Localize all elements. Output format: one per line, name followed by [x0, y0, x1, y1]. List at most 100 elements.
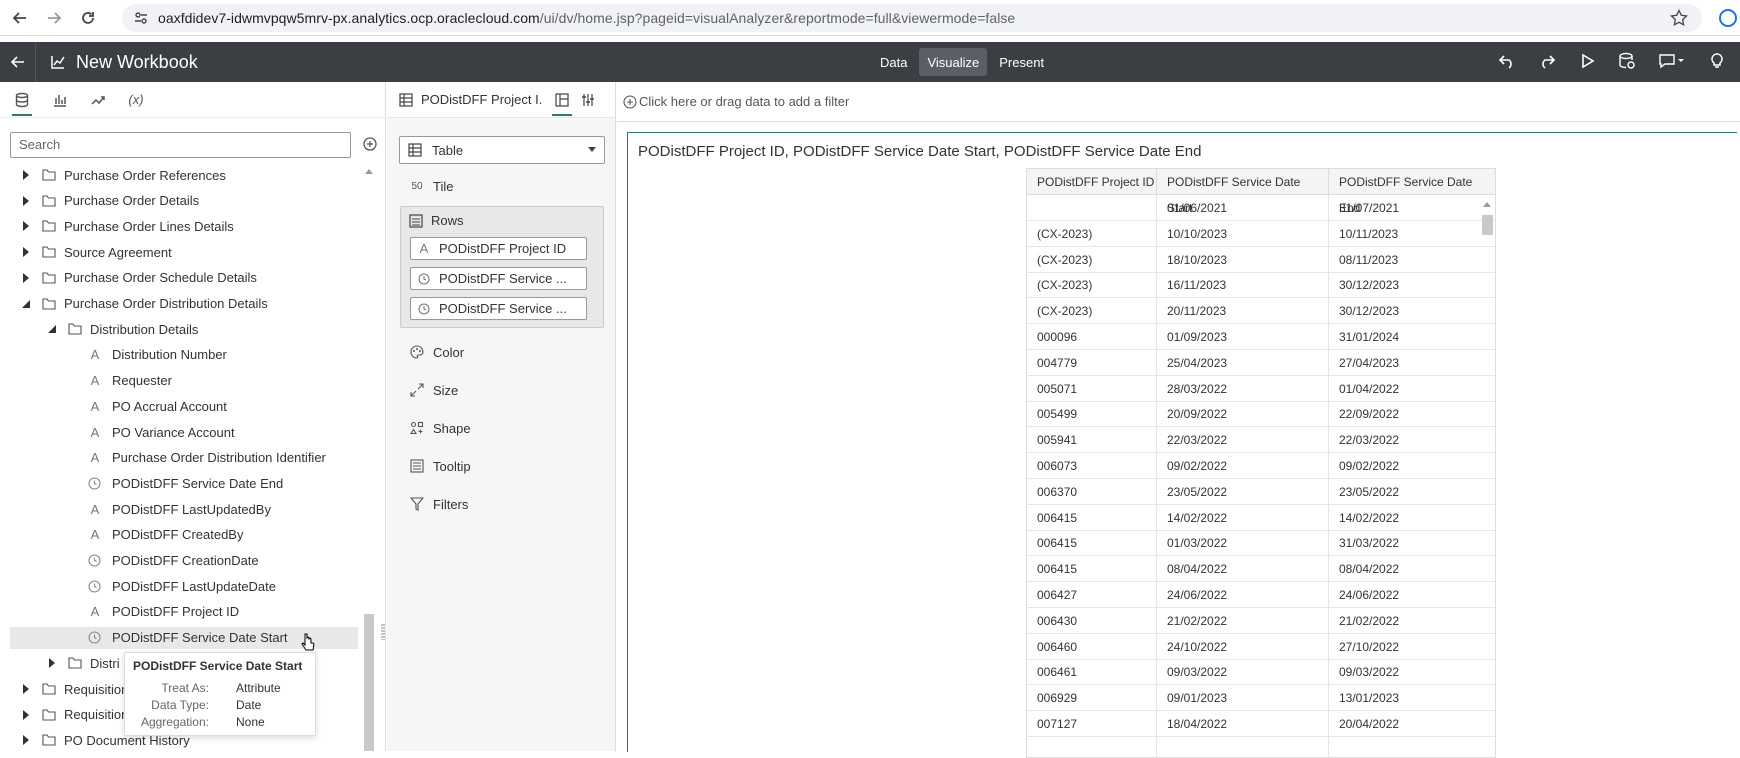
- table-cell[interactable]: 18/04/2022: [1157, 711, 1329, 737]
- caret-right-icon[interactable]: [20, 169, 32, 181]
- table-cell[interactable]: 27/10/2022: [1329, 634, 1495, 660]
- column-header-service-date-start[interactable]: PODistDFF Service Date Start: [1157, 169, 1329, 215]
- table-cell[interactable]: 09/02/2022: [1157, 453, 1329, 479]
- table-cell[interactable]: 20/09/2022: [1157, 401, 1329, 428]
- table-cell[interactable]: 09/03/2022: [1157, 659, 1329, 686]
- table-cell[interactable]: 01/09/2023: [1157, 324, 1329, 350]
- table-cell[interactable]: 30/12/2023: [1329, 272, 1495, 298]
- table-cell[interactable]: 13/01/2023: [1329, 685, 1495, 711]
- tree-folder[interactable]: Purchase Order Schedule Details: [10, 267, 350, 289]
- table-cell[interactable]: 004779: [1027, 349, 1157, 376]
- table-cell[interactable]: (CX-2023): [1027, 298, 1157, 325]
- tree-folder[interactable]: Purchase Order Lines Details: [10, 215, 350, 237]
- table-cell[interactable]: (CX-2023): [1027, 246, 1157, 273]
- table-cell[interactable]: 31/03/2022: [1329, 530, 1495, 556]
- table-cell[interactable]: 006415: [1027, 530, 1157, 557]
- tab-data[interactable]: Data: [872, 48, 915, 76]
- table-row[interactable]: 004779 25/04/2023 27/04/2023: [1027, 349, 1495, 376]
- table-cell[interactable]: 20/11/2023: [1157, 298, 1329, 325]
- table-cell[interactable]: [1027, 195, 1157, 221]
- table-cell[interactable]: 08/04/2022: [1329, 556, 1495, 582]
- comments-dropdown-icon[interactable]: [1658, 52, 1686, 70]
- caret-right-icon[interactable]: [20, 246, 32, 258]
- table-row[interactable]: 005941 22/03/2022 22/03/2022: [1027, 427, 1495, 454]
- table-cell[interactable]: 14/02/2022: [1329, 505, 1495, 531]
- caret-right-icon[interactable]: [20, 734, 32, 746]
- tree-field[interactable]: PODistDFF LastUpdateDate: [10, 575, 350, 597]
- table-row[interactable]: 01/06/2021 31/07/2021: [1027, 195, 1495, 221]
- grammar-size[interactable]: Size: [409, 380, 458, 400]
- row-pill-service-date-end[interactable]: PODistDFF Service ...: [410, 297, 587, 320]
- table-cell[interactable]: 006073: [1027, 453, 1157, 479]
- table-cell[interactable]: 18/10/2023: [1157, 246, 1329, 273]
- tree-field[interactable]: PODistDFF Service Date End: [10, 472, 350, 494]
- table-cell[interactable]: 31/01/2024: [1329, 324, 1495, 350]
- table-cell[interactable]: 30/12/2023: [1329, 298, 1495, 324]
- table-row[interactable]: 000096 01/09/2023 31/01/2024: [1027, 324, 1495, 350]
- grammar-viz-name[interactable]: PODistDFF Project I...: [421, 92, 543, 107]
- tab-present[interactable]: Present: [991, 48, 1052, 76]
- table-cell[interactable]: 10/10/2023: [1157, 220, 1329, 247]
- search-input[interactable]: Search: [10, 132, 351, 158]
- tree-folder[interactable]: Purchase Order Distribution Details: [10, 293, 350, 315]
- caret-right-icon[interactable]: [46, 657, 58, 669]
- table-cell[interactable]: [1329, 737, 1495, 757]
- table-row[interactable]: 005499 20/09/2022 22/09/2022: [1027, 401, 1495, 428]
- column-header-service-date-end[interactable]: PODistDFF Service Date End: [1329, 169, 1495, 215]
- grammar-layout-icon[interactable]: [552, 92, 572, 116]
- table-cell[interactable]: 21/02/2022: [1157, 607, 1329, 634]
- table-cell[interactable]: 22/03/2022: [1157, 427, 1329, 454]
- table-row[interactable]: 006073 09/02/2022 09/02/2022: [1027, 453, 1495, 479]
- table-cell[interactable]: 24/06/2022: [1157, 582, 1329, 608]
- table-row[interactable]: 006929 09/01/2023 13/01/2023: [1027, 685, 1495, 712]
- table-cell[interactable]: 08/11/2023: [1329, 247, 1495, 273]
- table-row[interactable]: 006427 24/06/2022 24/06/2022: [1027, 582, 1495, 608]
- data-elements-tab-icon[interactable]: [12, 88, 32, 116]
- tree-field[interactable]: A Requester: [10, 370, 350, 392]
- add-data-icon[interactable]: [362, 136, 378, 152]
- tree-field[interactable]: A PO Accrual Account: [10, 395, 350, 417]
- table-cell[interactable]: [1027, 736, 1157, 757]
- table-cell[interactable]: 01/06/2021: [1157, 195, 1329, 221]
- table-cell[interactable]: (CX-2023): [1027, 220, 1157, 247]
- tree-field[interactable]: A PODistDFF LastUpdatedBy: [10, 498, 350, 520]
- table-cell[interactable]: 01/03/2022: [1157, 530, 1329, 557]
- panel-splitter-handle[interactable]: [381, 624, 385, 640]
- caret-down-icon[interactable]: [46, 323, 58, 335]
- table-cell[interactable]: 21/02/2022: [1329, 608, 1495, 634]
- scrollbar-thumb[interactable]: [364, 614, 374, 751]
- row-pill-project-id[interactable]: A PODistDFF Project ID: [410, 237, 587, 260]
- address-bar[interactable]: oaxfdidev7-idwmvpqw5mrv-px.analytics.ocp…: [122, 4, 1702, 32]
- table-cell[interactable]: 006370: [1027, 478, 1157, 505]
- table-cell[interactable]: 005499: [1027, 401, 1157, 428]
- tab-visualize[interactable]: Visualize: [919, 48, 988, 76]
- table-cell[interactable]: 08/04/2022: [1157, 556, 1329, 583]
- forward-icon[interactable]: [40, 4, 68, 32]
- table-cell[interactable]: 24/10/2022: [1157, 633, 1329, 660]
- workbook-title[interactable]: New Workbook: [76, 52, 198, 73]
- table-row[interactable]: 006415 08/04/2022 08/04/2022: [1027, 556, 1495, 583]
- table-cell[interactable]: 27/04/2023: [1329, 350, 1495, 376]
- scroll-up-icon[interactable]: [1483, 201, 1491, 207]
- table-cell[interactable]: 006427: [1027, 582, 1157, 608]
- table-cell[interactable]: 006415: [1027, 504, 1157, 531]
- grammar-tooltip[interactable]: Tooltip: [409, 456, 471, 476]
- table-row[interactable]: (CX-2023) 16/11/2023 30/12/2023: [1027, 272, 1495, 299]
- table-cell[interactable]: 28/03/2022: [1157, 375, 1329, 402]
- table-visualization[interactable]: PODistDFF Project ID, PODistDFF Service …: [627, 132, 1737, 758]
- tree-field[interactable]: A Distribution Number: [10, 344, 350, 366]
- tree-folder[interactable]: Source Agreement: [10, 241, 350, 263]
- table-cell[interactable]: 006430: [1027, 607, 1157, 634]
- table-cell[interactable]: (CX-2023): [1027, 272, 1157, 299]
- caret-right-icon[interactable]: [20, 195, 32, 207]
- table-cell[interactable]: [1157, 736, 1329, 757]
- properties-sliders-icon[interactable]: [581, 93, 595, 107]
- table-cell[interactable]: 007127: [1027, 711, 1157, 737]
- back-icon[interactable]: [6, 4, 34, 32]
- table-cell[interactable]: 09/01/2023: [1157, 685, 1329, 712]
- table-cell[interactable]: 23/05/2022: [1157, 478, 1329, 505]
- table-cell[interactable]: 10/11/2023: [1329, 221, 1495, 247]
- table-cell[interactable]: 01/04/2022: [1329, 376, 1495, 402]
- table-cell[interactable]: 31/07/2021: [1329, 195, 1495, 221]
- caret-right-icon[interactable]: [20, 709, 32, 721]
